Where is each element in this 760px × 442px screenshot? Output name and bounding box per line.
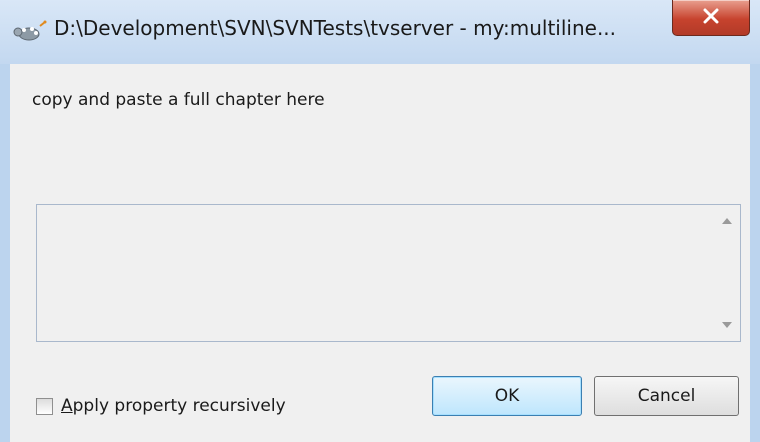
vertical-scrollbar[interactable] bbox=[714, 205, 740, 341]
scroll-up-arrow-icon[interactable] bbox=[714, 209, 740, 233]
dialog-window: D:\Development\SVN\SVNTests\tvserver - m… bbox=[0, 0, 760, 442]
apply-recursively-mnemonic: A bbox=[61, 396, 73, 416]
apply-recursively-checkbox[interactable] bbox=[36, 397, 53, 415]
apply-recursively-label[interactable]: Apply property recursively bbox=[61, 396, 286, 416]
ok-button[interactable]: OK bbox=[432, 376, 582, 416]
property-value-textarea[interactable] bbox=[37, 205, 714, 341]
property-prompt-label: copy and paste a full chapter here bbox=[32, 90, 325, 110]
close-icon bbox=[701, 8, 721, 28]
close-button[interactable] bbox=[672, 0, 750, 36]
window-title: D:\Development\SVN\SVNTests\tvserver - m… bbox=[54, 16, 617, 40]
scroll-down-arrow-icon[interactable] bbox=[714, 313, 740, 337]
apply-recursively-option[interactable]: Apply property recursively bbox=[36, 394, 286, 418]
property-value-field[interactable] bbox=[36, 204, 741, 342]
apply-recursively-label-text: pply property recursively bbox=[72, 396, 286, 416]
tortoisesvn-icon bbox=[12, 20, 48, 44]
cancel-button[interactable]: Cancel bbox=[594, 376, 739, 416]
title-bar[interactable]: D:\Development\SVN\SVNTests\tvserver - m… bbox=[0, 0, 760, 64]
dialog-client-area: copy and paste a full chapter here Apply… bbox=[10, 64, 750, 442]
